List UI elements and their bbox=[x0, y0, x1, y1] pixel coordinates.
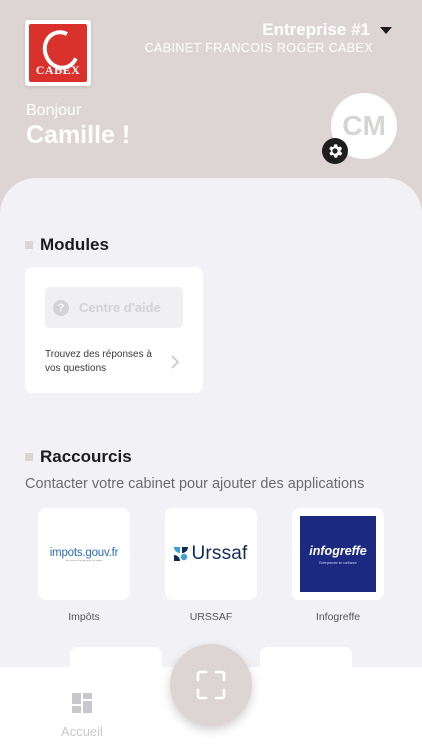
bullet-square-icon bbox=[25, 241, 33, 249]
user-name: Camille ! bbox=[26, 121, 131, 149]
infogreffe-logo: infogreffe bbox=[309, 543, 367, 558]
impots-label: Impôts bbox=[68, 611, 100, 623]
impots-logo-caption: Nos services en ligne pour vos impôts bbox=[65, 559, 103, 562]
urssaf-label: URSSAF bbox=[189, 611, 233, 623]
shortcuts-subtitle: Contacter votre cabinet pour ajouter des… bbox=[25, 476, 365, 492]
cabex-logo: CABEX bbox=[25, 20, 91, 86]
tab-home-label: Accueil bbox=[61, 724, 103, 739]
urssaf-logo-card[interactable]: Urssaf bbox=[165, 508, 257, 600]
logo-text: CABEX bbox=[35, 63, 81, 77]
help-center-button[interactable]: ? Centre d'aide bbox=[45, 287, 183, 328]
infogreffe-logo-caption: Entreprendre en confiance bbox=[319, 560, 357, 565]
company-name: Entreprise #1 bbox=[262, 20, 370, 39]
greeting: Bonjour bbox=[26, 102, 82, 119]
chevron-right-icon[interactable] bbox=[171, 355, 179, 369]
tab-home[interactable]: Accueil bbox=[58, 693, 106, 739]
caret-down-icon bbox=[380, 26, 392, 34]
question-circle-icon: ? bbox=[53, 299, 69, 316]
scan-button[interactable] bbox=[170, 644, 252, 726]
help-center-card[interactable]: ? Centre d'aide Trouvez des réponses à v… bbox=[25, 267, 203, 393]
infogreffe-label: Infogreffe bbox=[315, 611, 361, 623]
app-infogreffe[interactable]: infogreffe Entreprendre en confiance Inf… bbox=[292, 508, 384, 623]
header: CABEX Entreprise #1 CABINET FRANCOIS ROG… bbox=[0, 0, 422, 200]
help-center-description: Trouvez des réponses à vos questions bbox=[45, 349, 152, 374]
cabinet-name: CABINET FRANCOIS ROGER CABEX bbox=[144, 41, 373, 55]
modules-title: Modules bbox=[40, 235, 109, 254]
gear-icon[interactable] bbox=[322, 138, 348, 164]
impots-logo: impots.gouv.fr bbox=[49, 546, 119, 559]
help-center-label: Centre d'aide bbox=[79, 300, 161, 315]
scan-frame-icon bbox=[196, 670, 226, 700]
infogreffe-logo-card[interactable]: infogreffe Entreprendre en confiance bbox=[292, 508, 384, 600]
company-selector[interactable]: Entreprise #1 bbox=[262, 20, 392, 40]
shortcuts-heading: Raccourcis bbox=[25, 447, 132, 467]
urssaf-mark-icon bbox=[174, 547, 189, 561]
app-impots[interactable]: impots.gouv.fr Nos services en ligne pou… bbox=[38, 508, 130, 623]
urssaf-logo: Urssaf bbox=[191, 543, 248, 564]
bullet-square-icon bbox=[25, 453, 33, 461]
modules-heading: Modules bbox=[25, 235, 109, 255]
impots-logo-card[interactable]: impots.gouv.fr Nos services en ligne pou… bbox=[38, 508, 130, 600]
shortcuts-title: Raccourcis bbox=[40, 447, 132, 466]
app-urssaf[interactable]: Urssaf URSSAF bbox=[165, 508, 257, 623]
dashboard-grid-icon bbox=[72, 693, 92, 713]
